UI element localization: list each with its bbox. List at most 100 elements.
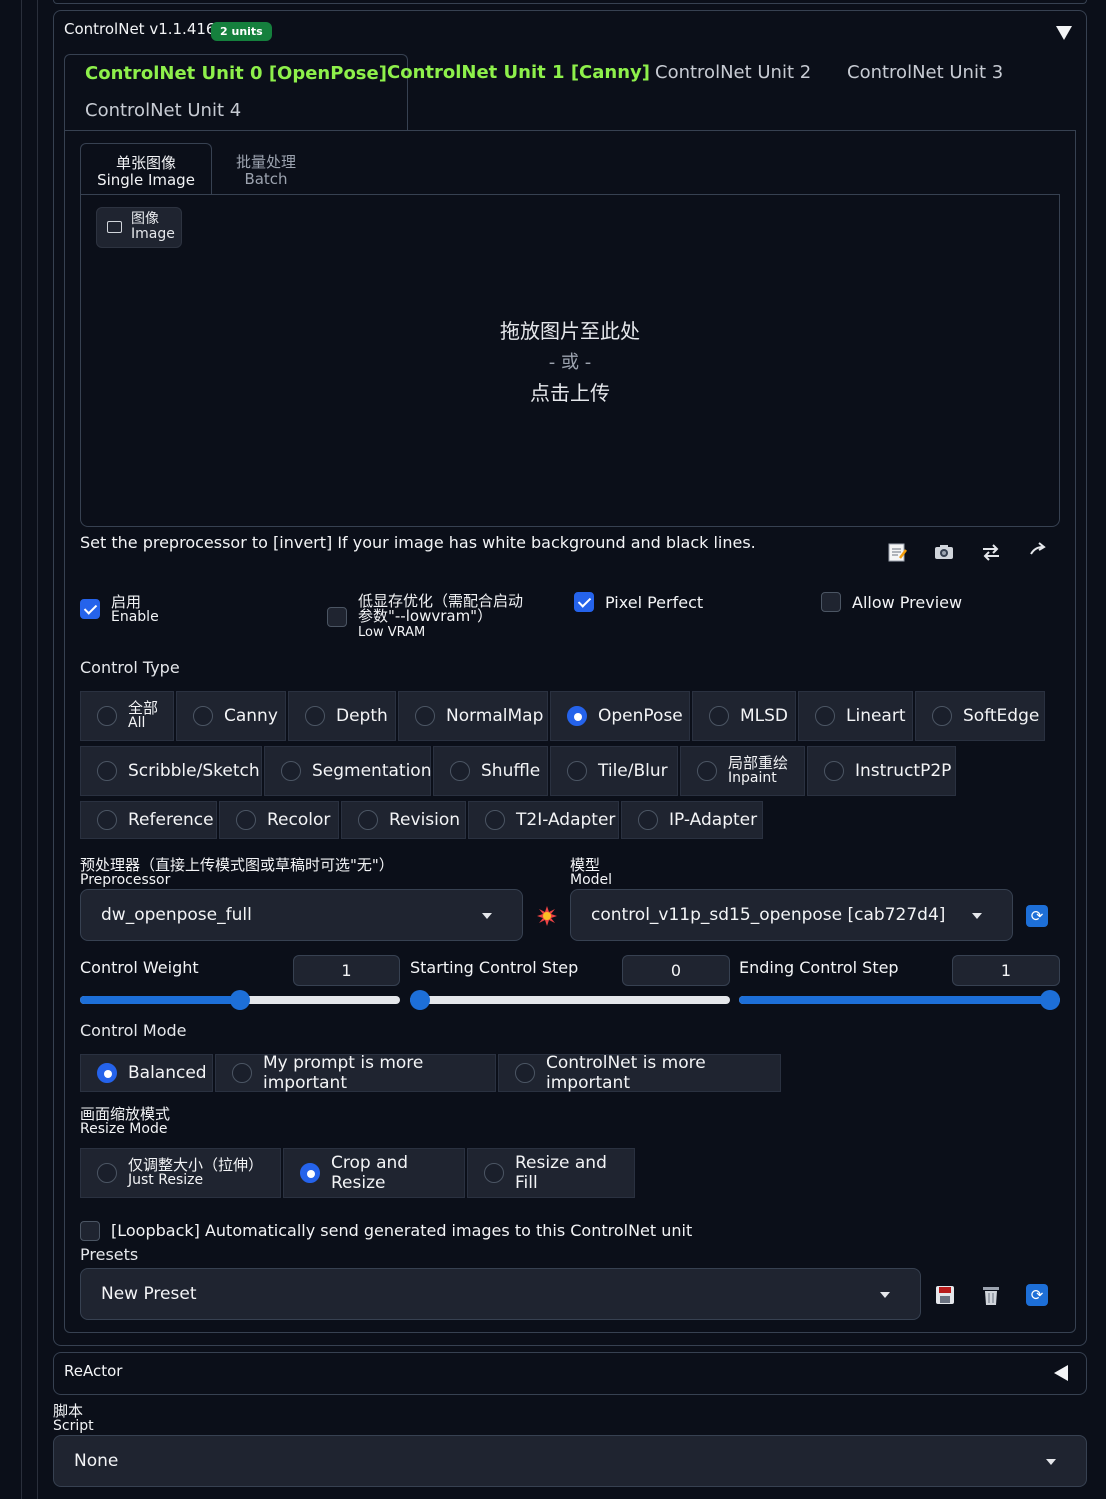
radio-label: Shuffle bbox=[481, 761, 541, 781]
loopback-checkbox[interactable] bbox=[80, 1221, 100, 1241]
control-weight-label: Control Weight bbox=[80, 958, 199, 977]
radio-label: Reference bbox=[128, 810, 214, 830]
control-weight-slider-thumb[interactable] bbox=[230, 990, 250, 1010]
script-value: None bbox=[74, 1451, 119, 1471]
tab-single-image[interactable]: 单张图像 Single Image bbox=[80, 143, 212, 195]
preprocessor-select[interactable]: dw_openpose_full bbox=[80, 889, 523, 941]
resize-just-resize[interactable]: 仅调整大小（拉伸） Just Resize bbox=[80, 1148, 281, 1198]
control-type-inpaint[interactable]: 局部重绘 Inpaint bbox=[680, 746, 805, 796]
model-select[interactable]: control_v11p_sd15_openpose [cab727d4] bbox=[570, 889, 1013, 941]
preprocessor-title-en: Preprocessor bbox=[80, 872, 171, 888]
triangle-down-icon[interactable] bbox=[1056, 26, 1072, 40]
tab-controlnet-unit-4[interactable]: ControlNet Unit 4 bbox=[65, 92, 262, 130]
radio-label-en: Just Resize bbox=[128, 1172, 204, 1188]
chevron-down-icon bbox=[482, 913, 492, 919]
radio-label: Crop and Resize bbox=[331, 1153, 409, 1193]
swap-icon[interactable] bbox=[979, 541, 1003, 565]
control-type-normalmap[interactable]: NormalMap bbox=[398, 691, 548, 741]
run-preprocessor-icon[interactable] bbox=[535, 904, 559, 928]
enable-checkbox[interactable] bbox=[80, 599, 100, 619]
starting-step-slider-thumb[interactable] bbox=[410, 990, 430, 1010]
allow-preview-checkbox[interactable] bbox=[821, 592, 841, 612]
tab-controlnet-unit-3[interactable]: ControlNet Unit 3 bbox=[827, 54, 1023, 92]
control-type-reference[interactable]: Reference bbox=[80, 801, 217, 839]
control-type-tile-blur[interactable]: Tile/Blur bbox=[550, 746, 678, 796]
control-mode-controlnet[interactable]: ControlNet is more important bbox=[498, 1053, 781, 1093]
control-type-segmentation[interactable]: Segmentation bbox=[264, 746, 431, 796]
radio-label-cn: 局部重绘 bbox=[728, 754, 789, 772]
previous-panel-edge bbox=[53, 0, 1087, 4]
save-icon[interactable] bbox=[934, 1284, 956, 1306]
pixel-perfect-checkbox[interactable] bbox=[574, 592, 594, 612]
tab-label-en: Single Image bbox=[97, 171, 195, 189]
preprocessor-value: dw_openpose_full bbox=[101, 905, 252, 925]
script-title: 脚本 Script bbox=[53, 1404, 94, 1434]
units-badge: 2 units bbox=[211, 22, 272, 41]
presets-title: Presets bbox=[80, 1245, 139, 1264]
ending-step-slider[interactable] bbox=[739, 996, 1060, 1004]
radio-label: T2I-Adapter bbox=[516, 810, 616, 830]
control-type-instructp2p[interactable]: InstructP2P bbox=[807, 746, 956, 796]
radio-dot bbox=[697, 761, 717, 781]
control-type-all[interactable]: 全部 All bbox=[80, 691, 174, 741]
controlnet-title[interactable]: ControlNet v1.1.416 bbox=[64, 20, 215, 38]
resize-and-fill[interactable]: Resize and Fill bbox=[467, 1148, 635, 1198]
control-type-lineart[interactable]: Lineart bbox=[798, 691, 913, 741]
radio-label: Lineart bbox=[846, 706, 906, 726]
radio-dot bbox=[815, 706, 835, 726]
edit-icon[interactable] bbox=[885, 541, 909, 565]
preprocessor-title-cn: 预处理器（直接上传模式图或草稿时可选"无"） bbox=[80, 856, 394, 874]
radio-dot bbox=[193, 706, 213, 726]
control-type-mlsd[interactable]: MLSD bbox=[692, 691, 796, 741]
radio-dot bbox=[97, 1163, 117, 1183]
low-vram-checkbox[interactable] bbox=[327, 607, 347, 627]
tab-batch[interactable]: 批量处理 Batch bbox=[214, 143, 318, 195]
radio-dot bbox=[515, 1063, 535, 1083]
control-mode-prompt[interactable]: My prompt is more important bbox=[215, 1053, 496, 1093]
control-type-scribble[interactable]: Scribble/Sketch bbox=[80, 746, 262, 796]
low-vram-label: 低显存优化（需配合启动 参数"--lowvram"） Low VRAM bbox=[358, 594, 523, 641]
tab-controlnet-unit-1[interactable]: ControlNet Unit 1 [Canny] bbox=[367, 54, 670, 92]
ending-step-slider-thumb[interactable] bbox=[1040, 990, 1060, 1010]
presets-select[interactable]: New Preset bbox=[80, 1268, 921, 1320]
control-mode-balanced[interactable]: Balanced bbox=[80, 1054, 213, 1092]
control-type-shuffle[interactable]: Shuffle bbox=[433, 746, 548, 796]
radio-dot bbox=[709, 706, 729, 726]
radio-dot bbox=[305, 706, 325, 726]
image-icon bbox=[107, 221, 122, 233]
resize-crop-and-resize[interactable]: Crop and Resize bbox=[283, 1148, 465, 1198]
delete-icon[interactable] bbox=[980, 1283, 1002, 1307]
starting-step-label: Starting Control Step bbox=[410, 958, 579, 977]
radio-dot bbox=[97, 810, 117, 830]
control-type-t2i-adapter[interactable]: T2I-Adapter bbox=[468, 801, 619, 839]
starting-step-input[interactable]: 0 bbox=[622, 955, 730, 986]
camera-icon[interactable] bbox=[932, 541, 956, 565]
script-select[interactable]: None bbox=[53, 1435, 1087, 1487]
control-weight-input[interactable]: 1 bbox=[293, 955, 400, 986]
enable-label-cn: 启用 bbox=[111, 593, 142, 611]
triangle-left-icon[interactable] bbox=[1054, 1365, 1068, 1381]
control-type-canny[interactable]: Canny bbox=[176, 691, 286, 741]
radio-label: Tile/Blur bbox=[598, 761, 668, 781]
radio-label-en: Inpaint bbox=[728, 770, 777, 786]
radio-label: My prompt is more important bbox=[263, 1053, 424, 1093]
tab-controlnet-unit-2[interactable]: ControlNet Unit 2 bbox=[635, 54, 831, 92]
ending-step-input[interactable]: 1 bbox=[952, 955, 1060, 986]
starting-step-slider[interactable] bbox=[410, 996, 730, 1004]
control-type-softedge[interactable]: SoftEdge bbox=[915, 691, 1045, 741]
resize-mode-title-cn: 画面缩放模式 bbox=[80, 1105, 171, 1123]
radio-label-cn: 全部 bbox=[128, 699, 159, 717]
radio-label: Canny bbox=[224, 706, 278, 726]
control-type-depth[interactable]: Depth bbox=[288, 691, 396, 741]
control-type-revision[interactable]: Revision bbox=[341, 801, 466, 839]
refresh-icon[interactable]: ⟳ bbox=[1026, 1284, 1048, 1306]
control-type-ip-adapter[interactable]: IP-Adapter bbox=[621, 801, 763, 839]
ending-step-label: Ending Control Step bbox=[739, 958, 899, 977]
chevron-down-icon bbox=[880, 1292, 890, 1298]
radio-dot bbox=[281, 761, 301, 781]
control-type-openpose[interactable]: OpenPose bbox=[550, 691, 690, 741]
reactor-accordion[interactable] bbox=[53, 1352, 1087, 1395]
send-dimensions-icon[interactable] bbox=[1026, 538, 1050, 562]
refresh-icon[interactable]: ⟳ bbox=[1026, 905, 1048, 927]
control-type-recolor[interactable]: Recolor bbox=[219, 801, 339, 839]
